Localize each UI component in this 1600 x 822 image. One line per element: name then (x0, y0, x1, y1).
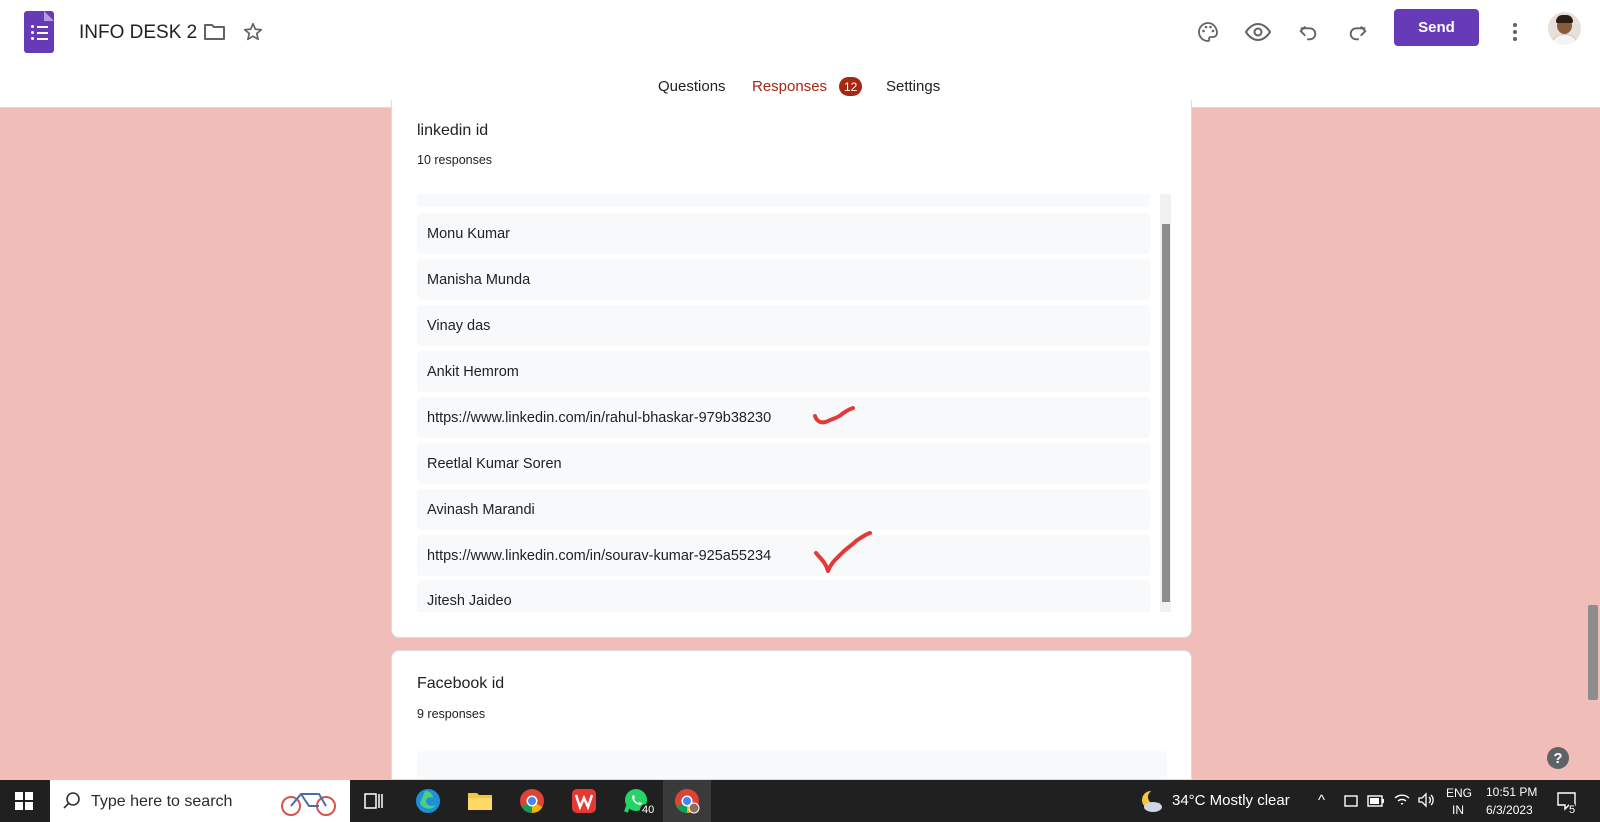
question-summary-card: linkedin id 10 responses Monu Kumar Mani… (391, 100, 1192, 638)
chrome-icon[interactable] (508, 780, 556, 822)
list-item: Manisha Munda (417, 259, 1150, 300)
windows-start-icon[interactable] (0, 780, 48, 822)
edge-browser-icon[interactable] (404, 780, 452, 822)
list-item: Avinash Marandi (417, 489, 1150, 530)
response-list-scrollbar[interactable] (1162, 224, 1170, 602)
tab-questions[interactable]: Questions (658, 78, 726, 95)
list-item: https://www.linkedin.com/in/rahul-bhaska… (417, 397, 1150, 438)
google-forms-logo-icon[interactable] (24, 11, 54, 53)
whatsapp-icon[interactable]: 40 (612, 780, 660, 822)
clock-date[interactable]: 6/3/2023 (1486, 803, 1533, 817)
list-item (417, 194, 1150, 207)
list-item: Reetlal Kumar Soren (417, 443, 1150, 484)
red-checkmark-annotation (813, 406, 855, 425)
tab-responses[interactable]: Responses (752, 78, 827, 95)
bicycle-icon (281, 793, 336, 816)
question-title: Facebook id (417, 675, 505, 692)
more-options-icon[interactable] (1501, 18, 1529, 46)
language-region: IN (1452, 803, 1464, 817)
search-icon (63, 792, 80, 809)
volume-icon[interactable] (1417, 792, 1435, 808)
response-count: 10 responses (417, 153, 493, 167)
whatsapp-unread-badge: 40 (640, 804, 657, 816)
list-item: Jitesh Jaideo (417, 580, 1150, 612)
responses-count-badge: 12 (839, 77, 863, 96)
windows-taskbar: Type here to search 40 34°C Mostly clear… (0, 780, 1600, 822)
file-explorer-icon[interactable] (456, 780, 504, 822)
language-indicator[interactable]: ENG (1446, 786, 1472, 800)
weather-status[interactable]: 34°C Mostly clear (1172, 792, 1290, 809)
list-item: https://www.linkedin.com/in/sourav-kumar… (417, 535, 1150, 576)
clock-time[interactable]: 10:51 PM (1486, 785, 1537, 799)
list-item (417, 751, 1167, 779)
notification-count: 5 (1569, 804, 1576, 816)
palette-icon[interactable] (1194, 18, 1222, 46)
wps-office-icon[interactable] (560, 780, 608, 822)
preview-eye-icon[interactable] (1244, 18, 1272, 46)
chevron-up-icon[interactable]: ^ (1318, 792, 1325, 809)
question-title: linkedin id (417, 122, 489, 139)
wifi-icon[interactable] (1393, 792, 1411, 808)
send-button[interactable]: Send (1394, 9, 1479, 46)
star-icon[interactable] (239, 18, 267, 46)
tab-settings[interactable]: Settings (886, 78, 940, 95)
weather-moon-icon[interactable] (1139, 788, 1165, 814)
redo-icon[interactable] (1344, 18, 1372, 46)
question-summary-card: Facebook id 9 responses (391, 650, 1192, 780)
undo-icon[interactable] (1294, 18, 1322, 46)
list-item: Monu Kumar (417, 213, 1150, 254)
meet-now-icon[interactable] (1343, 793, 1359, 809)
page-scrollbar[interactable] (1588, 605, 1598, 700)
response-count: 9 responses (417, 707, 486, 721)
response-list[interactable]: Monu Kumar Manisha Munda Vinay das Ankit… (417, 194, 1177, 612)
help-icon[interactable]: ? (1547, 747, 1569, 769)
forms-header: INFO DESK 2 Send Questions Responses 12 … (0, 0, 1600, 108)
account-avatar[interactable] (1548, 12, 1581, 45)
battery-icon[interactable] (1367, 794, 1385, 808)
taskbar-search-box[interactable]: Type here to search (50, 780, 350, 822)
chrome-profile-icon[interactable] (663, 780, 711, 822)
document-title[interactable]: INFO DESK 2 (79, 22, 197, 44)
task-view-icon[interactable] (350, 780, 398, 822)
list-item: Ankit Hemrom (417, 351, 1150, 392)
taskbar-search-placeholder: Type here to search (91, 793, 233, 810)
folder-icon[interactable] (201, 18, 229, 46)
list-item: Vinay das (417, 305, 1150, 346)
red-checkmark-annotation (814, 531, 872, 573)
